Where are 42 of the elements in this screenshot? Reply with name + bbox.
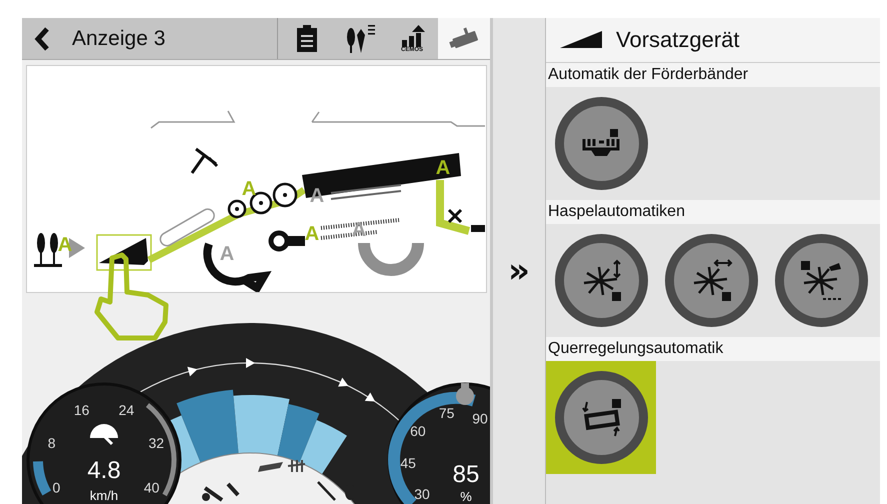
- load-value: 85: [452, 461, 480, 488]
- speed-tick-label: 0: [52, 480, 60, 496]
- speedometer-icon: [90, 424, 118, 446]
- header-unit-icon: [558, 30, 604, 50]
- speed-tick-label: 16: [74, 402, 90, 418]
- load-tick-label: 60: [410, 422, 426, 439]
- expand-button[interactable]: »: [504, 251, 534, 291]
- load-tick-label: 90: [472, 410, 488, 426]
- direction-arrow-icon: [246, 358, 255, 368]
- speed-tick-label: 8: [48, 435, 56, 451]
- load-unit: %: [460, 489, 472, 504]
- automatic-mark: A: [352, 219, 366, 241]
- automatic-mark: A: [304, 223, 320, 245]
- direction-arrow-icon: [338, 378, 348, 387]
- crop-list-icon: [344, 22, 376, 54]
- automation-button[interactable]: [546, 361, 656, 474]
- speed-value: 4.8: [87, 457, 121, 484]
- automatic-mark: A: [436, 157, 450, 179]
- section-title: Automatik der Förderbänder: [548, 66, 748, 84]
- header-unit-icon: [96, 234, 152, 271]
- automatic-mark: A: [220, 243, 234, 265]
- load-tick-label: 75: [438, 404, 454, 421]
- engine-load-icon: [456, 383, 474, 405]
- load-tick-label: 30: [414, 486, 430, 502]
- reel-icon: [799, 258, 843, 302]
- direction-arrow-icon: [364, 392, 376, 402]
- speed-tick-label: 24: [118, 402, 134, 418]
- screen-title: Anzeige 3: [72, 26, 166, 50]
- load-tick-label: 45: [400, 455, 416, 472]
- chart-up-icon: [399, 24, 425, 46]
- back-icon: [34, 26, 50, 50]
- speed-tick-label: 40: [144, 480, 160, 496]
- automatic-mark: A: [242, 178, 256, 200]
- tripod-icon: [190, 148, 218, 174]
- section-title: Querregelungsautomatik: [548, 340, 724, 358]
- view-tab[interactable]: [438, 18, 490, 59]
- speed-tick-label: 32: [148, 435, 164, 451]
- panel-title: Vorsatzgerät: [616, 27, 740, 53]
- direction-arrow-icon: [187, 366, 198, 376]
- automatic-mark: A: [58, 234, 72, 256]
- speed-unit: km/h: [90, 488, 118, 503]
- section-title: Haspelautomatiken: [548, 203, 685, 221]
